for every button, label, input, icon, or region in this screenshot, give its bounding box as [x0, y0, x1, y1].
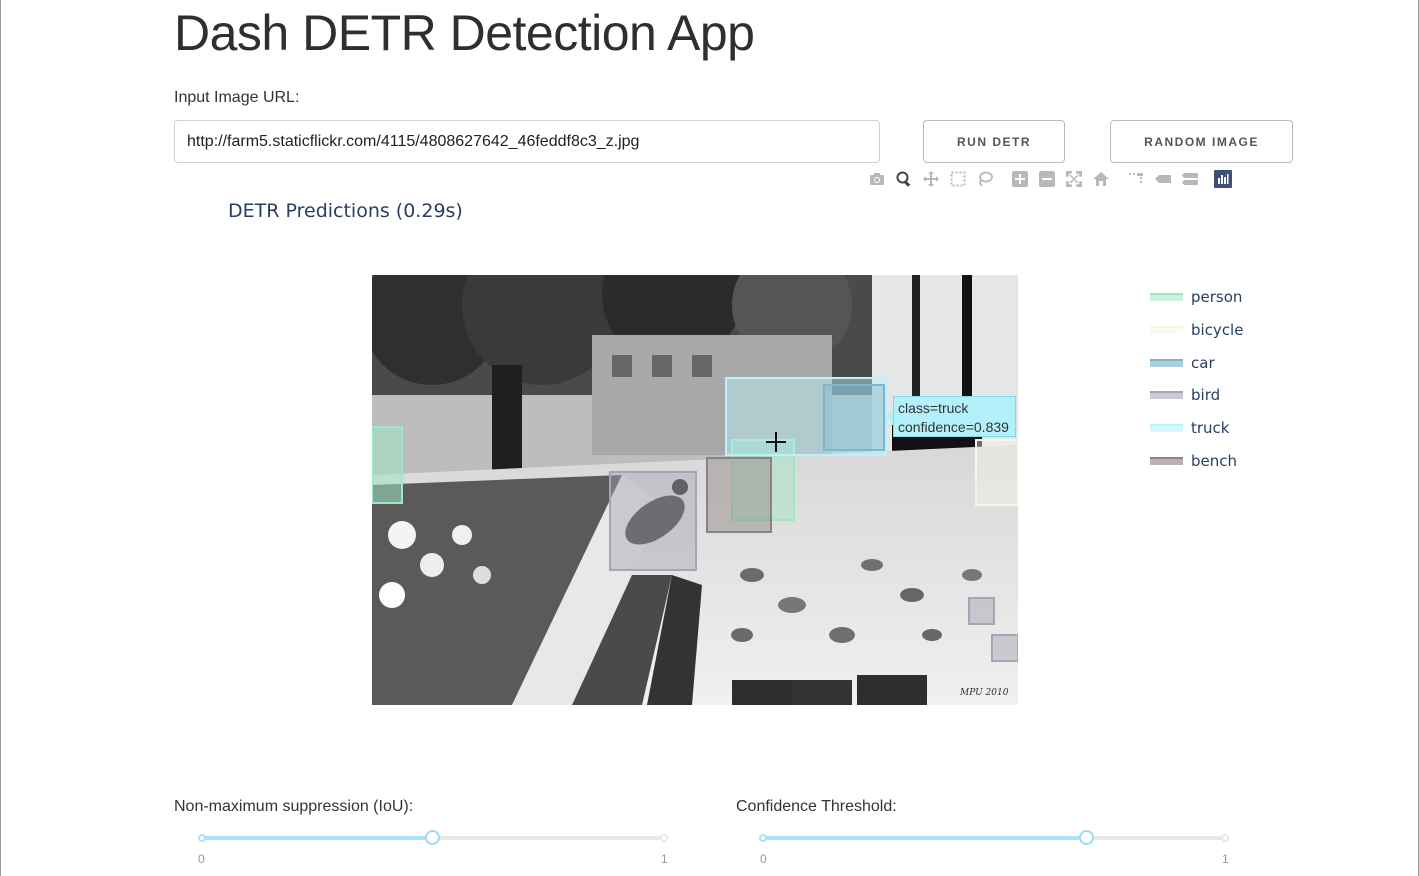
- legend-label: truck: [1191, 419, 1230, 438]
- plot-legend: person bicycle car bird truck bench: [1150, 281, 1243, 477]
- lasso-select-icon[interactable]: [974, 169, 996, 189]
- plot-modebar: [866, 168, 1237, 190]
- slider-dot-min: [759, 834, 767, 842]
- hover-closest-icon[interactable]: [1152, 169, 1174, 189]
- camera-icon[interactable]: [866, 169, 888, 189]
- random-image-button[interactable]: RANDOM IMAGE: [1110, 120, 1293, 163]
- nms-slider-label: Non-maximum suppression (IoU):: [174, 798, 414, 815]
- confidence-slider[interactable]: [759, 830, 1229, 845]
- legend-swatch: [1150, 326, 1183, 335]
- legend-item-bird[interactable]: bird: [1150, 379, 1243, 412]
- hover-crosshair: [766, 432, 786, 452]
- zoom-in-icon[interactable]: [1009, 169, 1031, 189]
- legend-label: car: [1191, 353, 1215, 372]
- svg-text:MPU 2010: MPU 2010: [959, 688, 1009, 698]
- slider-dot-max: [1221, 834, 1229, 842]
- autoscale-icon[interactable]: [1063, 169, 1085, 189]
- detection-image[interactable]: MPU 2010: [372, 275, 1018, 705]
- nms-slider[interactable]: [198, 830, 668, 845]
- legend-item-person[interactable]: person: [1150, 281, 1243, 314]
- slider-dot-max: [660, 834, 668, 842]
- plotly-logo-icon[interactable]: [1214, 170, 1232, 188]
- plot-title: DETR Predictions (0.29s): [228, 200, 463, 222]
- tooltip-confidence: confidence=0.839: [898, 419, 1009, 435]
- legend-item-bench[interactable]: bench: [1150, 444, 1243, 477]
- app-title: Dash DETR Detection App: [174, 5, 755, 61]
- confidence-min-mark: 0: [760, 852, 767, 866]
- nms-slider-handle[interactable]: [425, 830, 440, 845]
- nms-max-mark: 1: [661, 852, 668, 866]
- slider-track: [198, 836, 431, 840]
- run-detr-button[interactable]: RUN DETR: [923, 120, 1065, 163]
- zoom-out-icon[interactable]: [1036, 169, 1058, 189]
- legend-label: bicycle: [1191, 321, 1244, 340]
- tooltip-class: class=truck: [898, 400, 969, 416]
- slider-dot-min: [198, 834, 206, 842]
- legend-swatch: [1150, 293, 1183, 302]
- legend-label: bird: [1191, 386, 1221, 405]
- tooltip-arrow: [886, 410, 893, 424]
- legend-item-truck[interactable]: truck: [1150, 412, 1243, 445]
- url-input[interactable]: [174, 120, 880, 163]
- confidence-max-mark: 1: [1222, 852, 1229, 866]
- confidence-slider-label: Confidence Threshold:: [736, 798, 897, 815]
- legend-swatch: [1150, 391, 1183, 400]
- legend-swatch: [1150, 456, 1183, 465]
- hover-tooltip: class=truck confidence=0.839: [893, 396, 1016, 437]
- hover-compare-icon[interactable]: [1179, 169, 1201, 189]
- legend-swatch: [1150, 424, 1183, 433]
- nms-min-mark: 0: [198, 852, 205, 866]
- legend-label: bench: [1191, 451, 1238, 470]
- box-select-icon[interactable]: [947, 169, 969, 189]
- slider-track: [759, 836, 1085, 840]
- window-border-left: [0, 0, 1, 876]
- legend-label: person: [1191, 288, 1243, 307]
- legend-item-bicycle[interactable]: bicycle: [1150, 314, 1243, 347]
- legend-swatch: [1150, 358, 1183, 367]
- legend-item-car[interactable]: car: [1150, 346, 1243, 379]
- pan-icon[interactable]: [920, 169, 942, 189]
- confidence-slider-handle[interactable]: [1079, 830, 1094, 845]
- zoom-icon[interactable]: [893, 169, 915, 189]
- reset-axes-icon[interactable]: [1090, 169, 1112, 189]
- spike-lines-icon[interactable]: [1125, 169, 1147, 189]
- url-label: Input Image URL:: [174, 89, 300, 106]
